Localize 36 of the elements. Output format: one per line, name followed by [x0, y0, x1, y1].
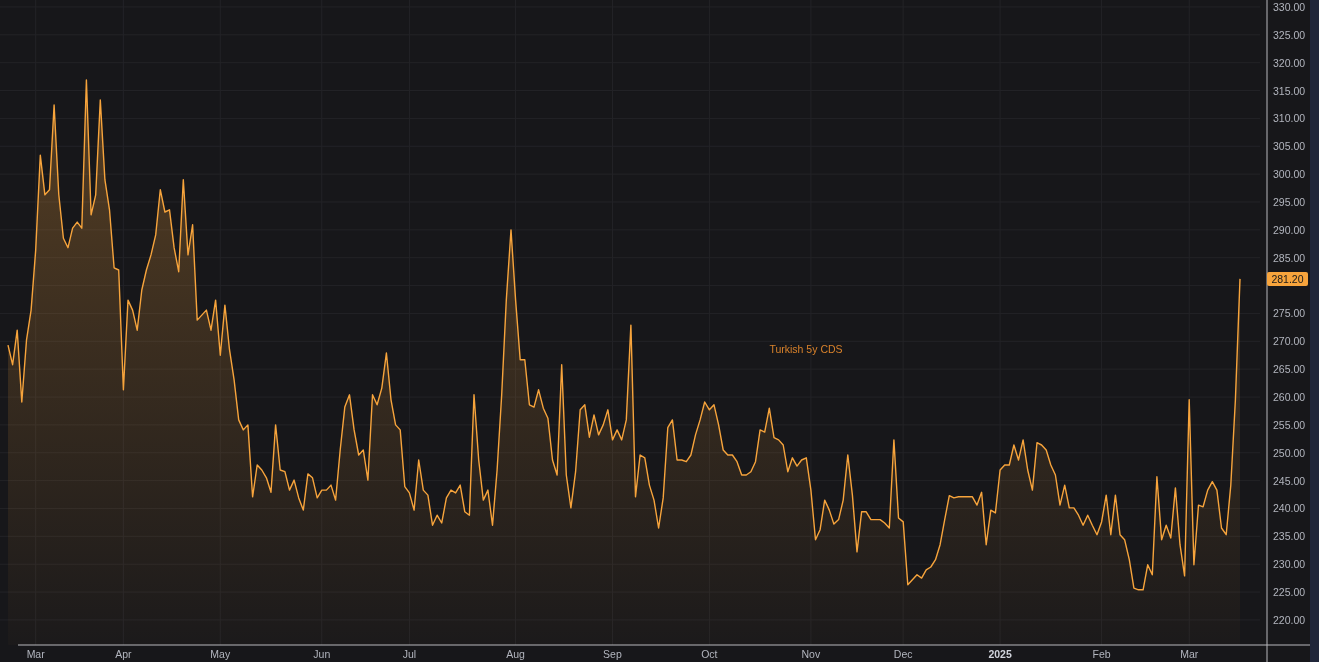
axis-label: Jul: [402, 648, 417, 660]
axis-label: Oct: [701, 648, 718, 660]
axis-label: 285.00: [1273, 251, 1306, 264]
axis-label: 240.00: [1273, 502, 1306, 515]
axis-label: Dec: [893, 648, 913, 660]
axis-label: 220.00: [1273, 613, 1306, 626]
axis-label: 250.00: [1273, 446, 1306, 459]
axis-label: Sep: [603, 648, 622, 660]
axis-label: Mar: [1180, 648, 1199, 660]
axis-label: 290.00: [1273, 223, 1306, 236]
axis-label: Jun: [313, 648, 331, 660]
axis-label: 225.00: [1273, 586, 1306, 599]
axis-label: 245.00: [1273, 474, 1306, 487]
axis-label: 230.00: [1273, 558, 1306, 571]
axis-label: 305.00: [1273, 140, 1306, 153]
axis-label: 325.00: [1273, 28, 1306, 41]
axis-label: 275.00: [1273, 307, 1306, 320]
axis-label: Aug: [506, 648, 525, 660]
axis-label: Apr: [115, 648, 132, 660]
axis-label: 235.00: [1273, 530, 1306, 543]
axis-label: 255.00: [1273, 418, 1306, 431]
axis-label: 2025: [988, 648, 1012, 660]
axis-label: 310.00: [1273, 112, 1306, 125]
axis-label: 320.00: [1273, 56, 1306, 69]
axis-label: Mar: [26, 648, 45, 660]
axis-label: 270.00: [1273, 335, 1306, 348]
axis-label: 265.00: [1273, 363, 1306, 376]
axis-label: May: [210, 648, 231, 660]
series-label: Turkish 5y CDS: [769, 343, 843, 355]
axis-label: 315.00: [1273, 84, 1306, 97]
axis-label: 300.00: [1273, 168, 1306, 181]
axis-label: Nov: [801, 648, 821, 660]
axis-label: Feb: [1092, 648, 1111, 660]
axis-label: 260.00: [1273, 391, 1306, 404]
axis-label: 295.00: [1273, 196, 1306, 208]
axis-label: 330.00: [1273, 0, 1306, 13]
